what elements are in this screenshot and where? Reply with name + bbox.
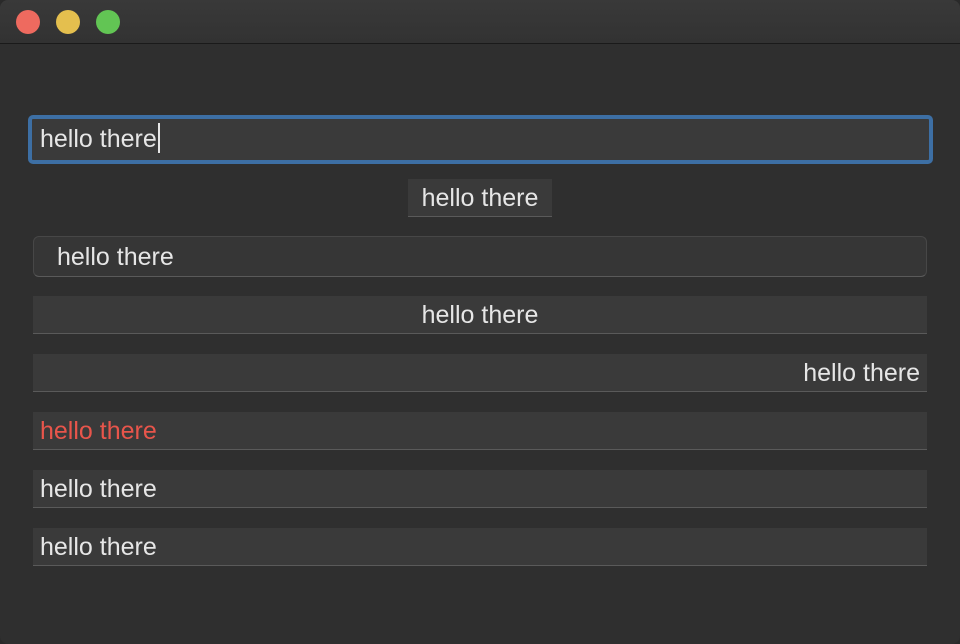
minimize-window-button[interactable] [56, 10, 80, 34]
app-window: hello there hello there hello there hell… [0, 0, 960, 644]
maximize-window-button[interactable] [96, 10, 120, 34]
title-bar[interactable] [0, 0, 960, 44]
autosize-text-field[interactable]: hello there [408, 179, 552, 217]
close-window-button[interactable] [16, 10, 40, 34]
plain-text-field-2[interactable]: hello there [33, 528, 927, 566]
rounded-text-field[interactable]: hello there [33, 236, 927, 277]
colored-text-field[interactable]: hello there [33, 412, 927, 450]
plain-text-field-1[interactable]: hello there [33, 470, 927, 508]
right-aligned-text-field[interactable]: hello there [33, 354, 927, 392]
text-caret [157, 123, 160, 154]
focused-text-field-value: hello there [40, 125, 157, 153]
focused-text-field[interactable]: hello there [28, 115, 933, 164]
centered-text-field[interactable]: hello there [33, 296, 927, 334]
